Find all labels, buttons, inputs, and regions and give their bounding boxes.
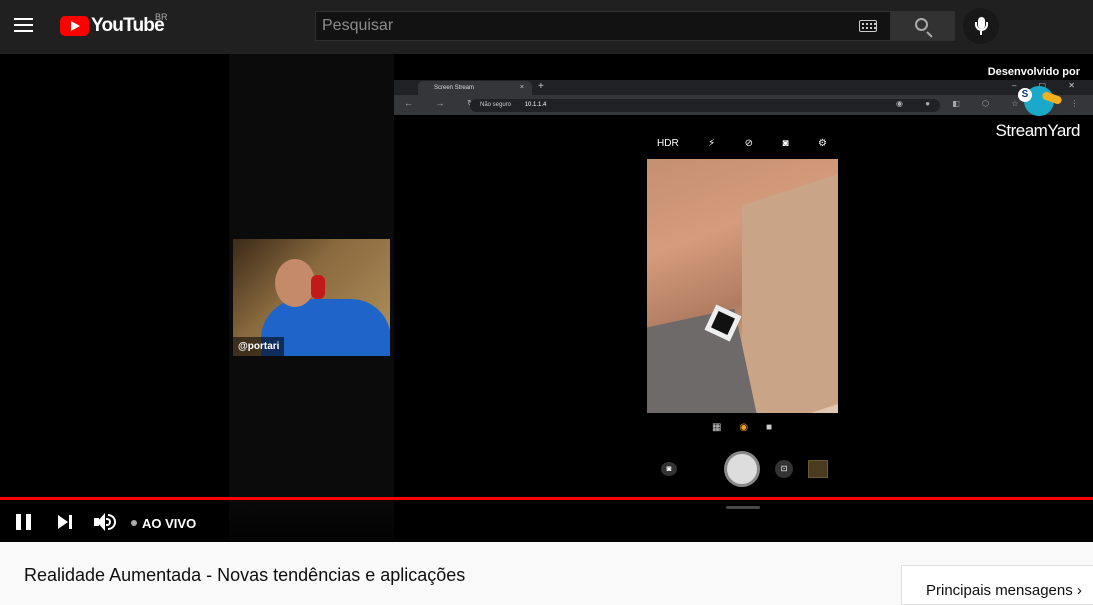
mute-button[interactable] [94, 513, 118, 531]
headset-icon [311, 275, 325, 299]
pause-icon-bar [26, 514, 31, 530]
pause-button[interactable] [15, 514, 33, 530]
lens-icon: ⊡ [775, 460, 793, 478]
next-icon [58, 515, 68, 529]
microphone-icon-stem [980, 31, 982, 35]
camera-mode-switch: ▦ ◉ ■ [712, 422, 772, 433]
country-code: BR [155, 12, 168, 22]
presenter-head [275, 259, 315, 307]
shutter-button-icon [724, 451, 760, 487]
streamyard-logo-icon: S [1018, 80, 1063, 120]
flash-icon: ⚡ [708, 138, 716, 149]
youtube-play-icon [60, 16, 89, 36]
search-input[interactable] [322, 15, 842, 37]
browser-tab: Screen Stream × [418, 81, 532, 95]
security-label: Não seguro [480, 102, 512, 108]
developed-by-label: Desenvolvido por [987, 66, 1080, 78]
logo-text: YouTube [91, 15, 165, 36]
webcam-name-tag: @portari [233, 337, 285, 356]
shared-screen: Screen Stream × + ‒ ▢ ✕ ← → ↻ Não seguro… [394, 80, 1093, 516]
hdr-icon: HDR [657, 138, 679, 149]
camera-preview [647, 159, 838, 413]
switch-camera-icon: ◙ [661, 462, 677, 476]
streamyard-name: StreamYard [995, 121, 1081, 140]
webcam-feed: @portari [233, 239, 390, 356]
next-icon-bar [69, 515, 72, 529]
live-dot-icon [131, 520, 137, 526]
logo-badge: S [1018, 88, 1032, 102]
volume-icon-wave-outer [108, 514, 116, 530]
search-icon [915, 18, 928, 31]
chat-header: Principais mensagens › [901, 565, 1093, 605]
next-button[interactable] [58, 515, 74, 529]
camera-toolbar: HDR ⚡ ⊘ ◙ ⚙ [657, 138, 827, 149]
box-surface [742, 172, 838, 413]
search-button[interactable] [891, 11, 955, 41]
masthead: YouTube BR [0, 0, 1093, 54]
menu-icon[interactable] [11, 13, 37, 39]
voice-search-button[interactable] [963, 8, 999, 44]
timer-off-icon: ⊘ [744, 138, 754, 149]
box-shadow [647, 308, 758, 413]
gallery-thumbnail [808, 460, 828, 478]
video-mode-icon: ■ [765, 422, 772, 433]
gear-icon: ⚙ [818, 138, 827, 149]
search-box [315, 11, 891, 41]
chat-mode-dropdown[interactable]: Principais mensagens › [926, 582, 1082, 599]
camera-icon: ◙ [782, 138, 789, 149]
volume-icon-cone [97, 513, 105, 531]
close-icon: × [519, 84, 524, 91]
search-icon-handle [926, 31, 933, 38]
video-title: Realidade Aumentada - Novas tendências e… [24, 565, 466, 585]
youtube-logo[interactable]: YouTube [60, 15, 165, 37]
video-player[interactable]: @portari Screen Stream × + ‒ ▢ ✕ ← → ↻ N… [0, 54, 1093, 542]
streamyard-branding: Desenvolvido por S StreamYard [988, 66, 1088, 142]
keyboard-icon[interactable] [859, 20, 877, 32]
photo-mode-icon: ◉ [739, 422, 749, 433]
address-url: 10.1.1.4 [524, 102, 547, 108]
live-badge[interactable]: AO VIVO [142, 516, 196, 531]
browser-tab-title: Screen Stream [434, 85, 475, 91]
browser-address-bar: Não seguro 10.1.1.4 [470, 99, 940, 112]
microphone-icon-arc [975, 22, 988, 31]
pause-icon [16, 514, 21, 530]
new-tab-icon: + [538, 81, 544, 92]
grid-icon: ▦ [712, 422, 722, 433]
